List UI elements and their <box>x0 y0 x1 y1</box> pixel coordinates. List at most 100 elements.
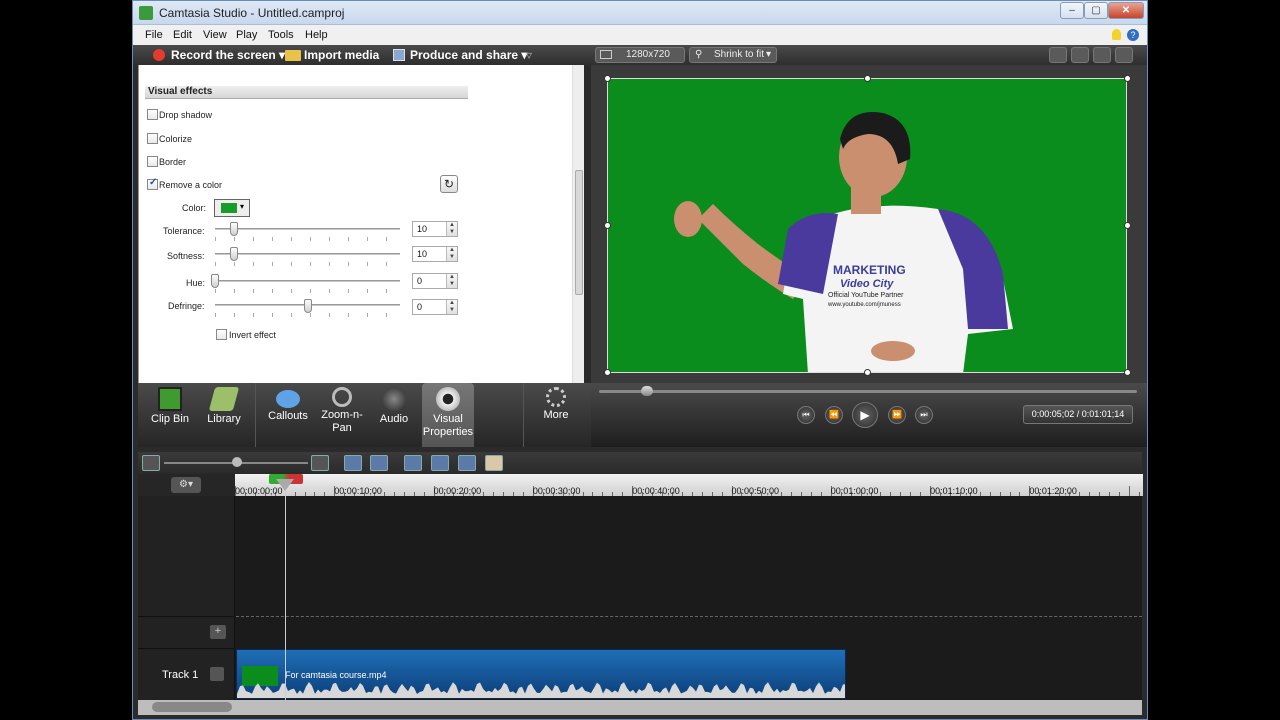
timeline-settings-area: ⚙▾ <box>138 474 235 496</box>
ruler-label: 00:00:50;00 <box>731 486 780 496</box>
timeline-scrollbar[interactable] <box>138 700 1142 715</box>
resize-handle-br[interactable] <box>1124 369 1131 376</box>
resize-handle-bl[interactable] <box>604 369 611 376</box>
record-icon <box>153 49 165 61</box>
tolerance-slider[interactable] <box>215 228 400 230</box>
resize-handle-l[interactable] <box>604 222 611 229</box>
timeline-zoom-thumb[interactable] <box>232 457 242 467</box>
next-clip-icon[interactable]: ⏭ <box>915 406 933 424</box>
ruler-label: 00:00:00;00 <box>235 486 283 496</box>
scrollbar-thumb[interactable] <box>575 170 583 295</box>
hue-slider[interactable] <box>215 280 400 282</box>
border-checkbox[interactable] <box>147 156 158 167</box>
toolbar-overflow-icon[interactable]: ▿ <box>526 48 532 62</box>
maximize-button[interactable]: ▢ <box>1084 2 1108 19</box>
tolerance-spinbox[interactable]: 10 ▲ ▼ <box>412 221 458 237</box>
previous-clip-icon[interactable]: ⏮ <box>797 406 815 424</box>
menu-bar: File Edit View Play Tools Help ? <box>133 25 1147 45</box>
video-clip[interactable]: For camtasia course.mp4 <box>236 649 846 699</box>
tab-more[interactable]: More <box>530 383 582 447</box>
tab-callouts[interactable]: Callouts <box>262 383 314 447</box>
softness-spinbox[interactable]: 10 ▲ ▼ <box>412 246 458 262</box>
hue-ticks <box>215 289 400 293</box>
defringe-spinbox[interactable]: 0 ▲ ▼ <box>412 299 458 315</box>
menu-file[interactable]: File <box>145 29 163 41</box>
playhead-line[interactable] <box>285 474 286 700</box>
invert-effect-checkbox[interactable] <box>216 329 227 340</box>
spin-arrows-icon[interactable]: ▲ ▼ <box>446 247 457 261</box>
help-icon[interactable]: ? <box>1127 29 1139 41</box>
video-canvas[interactable]: MARKETING Video City Official YouTube Pa… <box>607 78 1127 373</box>
cut-icon[interactable] <box>404 455 422 471</box>
spin-arrows-icon[interactable]: ▲ ▼ <box>446 300 457 314</box>
properties-scrollbar[interactable] <box>572 65 584 383</box>
border-label: Border <box>159 157 187 167</box>
produce-share-button[interactable]: Produce and share ▾ <box>410 48 527 62</box>
time-ruler[interactable]: 00:00:00;00 00:00:10;00 00:00:20;00 00:00:3… <box>235 474 1143 496</box>
split-icon[interactable] <box>431 455 449 471</box>
tab-library[interactable]: Library <box>198 383 250 447</box>
import-media-button[interactable]: Import media <box>304 48 379 62</box>
menu-view[interactable]: View <box>203 29 227 41</box>
softness-slider[interactable] <box>215 253 400 255</box>
timeline-scale-slider[interactable] <box>152 702 232 712</box>
resize-handle-tr[interactable] <box>1124 75 1131 82</box>
defringe-slider-thumb[interactable] <box>303 299 312 313</box>
zoom-dropdown[interactable]: ⚲ Shrink to fit ▾ <box>689 47 777 63</box>
colorize-checkbox[interactable] <box>147 133 158 144</box>
timeline-tracks: + Track 1 For camtasia course.mp4 <box>138 496 1142 700</box>
shirt-text-2: Video City <box>840 278 894 290</box>
record-screen-button[interactable]: Record the screen ▾ <box>171 48 285 62</box>
tab-clip-bin[interactable]: Clip Bin <box>144 383 196 447</box>
tab-zoom-n-pan[interactable]: Zoom-n- Pan <box>316 383 368 447</box>
undo-icon[interactable] <box>344 455 362 471</box>
drop-shadow-checkbox[interactable] <box>147 109 158 120</box>
tab-callouts-label: Callouts <box>268 410 308 422</box>
tips-bulb-icon[interactable] <box>1112 29 1121 40</box>
time-display: 0:00:05;02 / 0:01:01;14 <box>1023 405 1133 424</box>
fullscreen-icon[interactable] <box>1093 47 1111 63</box>
scrubber-thumb[interactable] <box>641 386 653 396</box>
spin-arrows-icon[interactable]: ▲ ▼ <box>446 274 457 288</box>
shirt-text-1: MARKETING <box>833 263 906 277</box>
crop-icon[interactable] <box>1049 47 1067 63</box>
hue-spinbox[interactable]: 0 ▲ ▼ <box>412 273 458 289</box>
reset-icon[interactable]: ↻ <box>440 175 458 193</box>
hand-icon[interactable] <box>1071 47 1089 63</box>
spin-arrows-icon[interactable]: ▲ ▼ <box>446 222 457 236</box>
tolerance-slider-thumb[interactable] <box>229 222 238 236</box>
resize-handle-r[interactable] <box>1124 222 1131 229</box>
menu-play[interactable]: Play <box>236 29 257 41</box>
resize-handle-t[interactable] <box>864 75 871 82</box>
resize-handle-b[interactable] <box>864 369 871 376</box>
gear-icon[interactable]: ⚙▾ <box>171 477 201 493</box>
paste-icon[interactable] <box>485 455 503 471</box>
close-button[interactable]: ✕ <box>1108 2 1144 19</box>
play-icon[interactable]: ▶ <box>852 402 878 428</box>
rewind-icon[interactable]: ⏪ <box>825 406 843 424</box>
copy-icon[interactable] <box>458 455 476 471</box>
lock-icon[interactable] <box>210 667 224 681</box>
softness-slider-thumb[interactable] <box>229 247 238 261</box>
color-picker-button[interactable]: ▾ <box>214 199 250 217</box>
redo-icon[interactable] <box>370 455 388 471</box>
add-track-icon[interactable]: + <box>210 625 226 639</box>
menu-edit[interactable]: Edit <box>173 29 192 41</box>
tab-more-label: More <box>543 409 569 421</box>
tab-visual-properties[interactable]: Visual Properties <box>422 383 474 447</box>
menu-tools[interactable]: Tools <box>268 29 294 41</box>
remove-color-checkbox[interactable] <box>147 177 158 190</box>
fast-forward-icon[interactable]: ⏩ <box>888 406 906 424</box>
dimensions-button[interactable]: 1280x720 <box>595 47 685 63</box>
menu-help[interactable]: Help <box>305 29 328 41</box>
hue-slider-thumb[interactable] <box>211 274 219 288</box>
detach-preview-icon[interactable] <box>1115 47 1133 63</box>
track-divider <box>138 648 235 649</box>
tab-audio[interactable]: Audio <box>370 383 418 447</box>
preview-scrubber[interactable] <box>599 390 1137 393</box>
tab-visual-label-2: Properties <box>422 426 474 438</box>
resize-handle-tl[interactable] <box>604 75 611 82</box>
zoom-in-icon[interactable] <box>311 455 329 471</box>
zoom-out-icon[interactable] <box>142 455 160 471</box>
minimize-button[interactable]: – <box>1060 2 1084 19</box>
